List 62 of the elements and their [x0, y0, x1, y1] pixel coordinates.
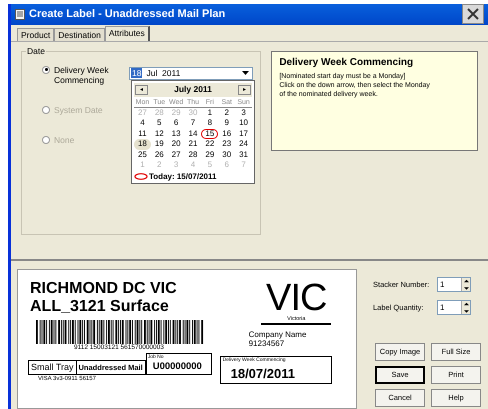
number-spinner[interactable]: 1 [437, 300, 471, 315]
calendar-day[interactable]: 31 [235, 150, 252, 160]
calendar-day[interactable]: 17 [235, 128, 252, 140]
calendar-day[interactable]: 4 [134, 118, 151, 129]
calendar-day[interactable]: 27 [168, 150, 185, 160]
down-arrow-icon [462, 284, 471, 291]
week-date: 18/07/2011 [230, 366, 295, 381]
company-name: Company Name [248, 330, 308, 339]
radio-option[interactable]: Delivery Week Commencing [42, 64, 114, 85]
annotation-ellipse-icon [134, 173, 148, 180]
calendar-day[interactable]: 16 [218, 128, 236, 140]
calendar-day[interactable]: 19 [150, 139, 168, 150]
document-icon [15, 8, 25, 20]
state-code: VIC [265, 280, 328, 316]
calendar-day[interactable]: 8 [201, 118, 218, 129]
calendar-day[interactable]: 6 [168, 118, 185, 129]
calendar-day[interactable]: 12 [150, 128, 168, 140]
job-number: U00000000 [152, 361, 202, 372]
calendar-day[interactable]: 26 [150, 150, 168, 160]
dropdown-arrow-icon [242, 71, 249, 76]
calendar-day[interactable]: 5 [150, 118, 168, 129]
up-arrow-icon [462, 301, 471, 308]
tab[interactable]: Destination [54, 28, 105, 41]
calendar-day[interactable]: 9 [218, 118, 236, 129]
calendar-day[interactable]: 2 [218, 108, 236, 118]
calendar-day[interactable]: 11 [134, 128, 151, 140]
tab[interactable]: Product [17, 28, 54, 41]
close-button[interactable] [462, 4, 484, 24]
label-heading: ALL_3121 Surface [30, 298, 170, 316]
calendar-day[interactable]: 24 [235, 139, 252, 150]
up-arrow-icon [462, 278, 471, 284]
calendar-day[interactable]: 30 [218, 150, 236, 160]
today-text: Today: 15/07/2011 [149, 172, 216, 182]
number-spinner[interactable]: 1 [437, 277, 471, 292]
calendar-day[interactable]: 3 [235, 108, 252, 118]
calendar-day[interactable]: 21 [184, 139, 202, 150]
calendar-day[interactable]: 20 [168, 139, 185, 150]
label-heading: RICHMOND DC VIC [30, 280, 178, 298]
group-legend: Date [26, 46, 46, 56]
month-year-text: Jul 2011 [146, 66, 182, 80]
close-icon [467, 8, 479, 20]
calendar-day[interactable]: 15 [201, 128, 218, 140]
calendar-day[interactable]: 28 [184, 150, 202, 160]
calendar-day[interactable]: 10 [235, 118, 252, 129]
calendar-day[interactable]: 22 [201, 139, 218, 150]
company-number: 91234567 [248, 339, 286, 348]
calendar-day[interactable]: 14 [184, 128, 202, 140]
calendar-day[interactable]: 18 [134, 139, 151, 150]
calendar-day[interactable]: 25 [134, 150, 151, 160]
help-title: Delivery Week Commencing [279, 56, 414, 69]
calendar-day[interactable]: 13 [168, 128, 185, 140]
date-dropdown[interactable]: 18 Jul 2011 [129, 66, 253, 80]
calendar-month-title: July 2011 [174, 83, 212, 96]
window-title: Create Label - Unaddressed Mail Plan [29, 7, 226, 22]
tab[interactable]: Attributes [104, 26, 150, 41]
calendar-day[interactable]: 23 [218, 139, 236, 150]
calendar-day[interactable]: 7 [184, 118, 202, 129]
calendar-day[interactable]: 1 [201, 108, 218, 118]
down-arrow-icon [462, 308, 471, 314]
calendar-day[interactable]: 29 [201, 150, 218, 160]
tray-type: Small Tray [29, 361, 77, 374]
day-selection: 18 [131, 68, 142, 78]
